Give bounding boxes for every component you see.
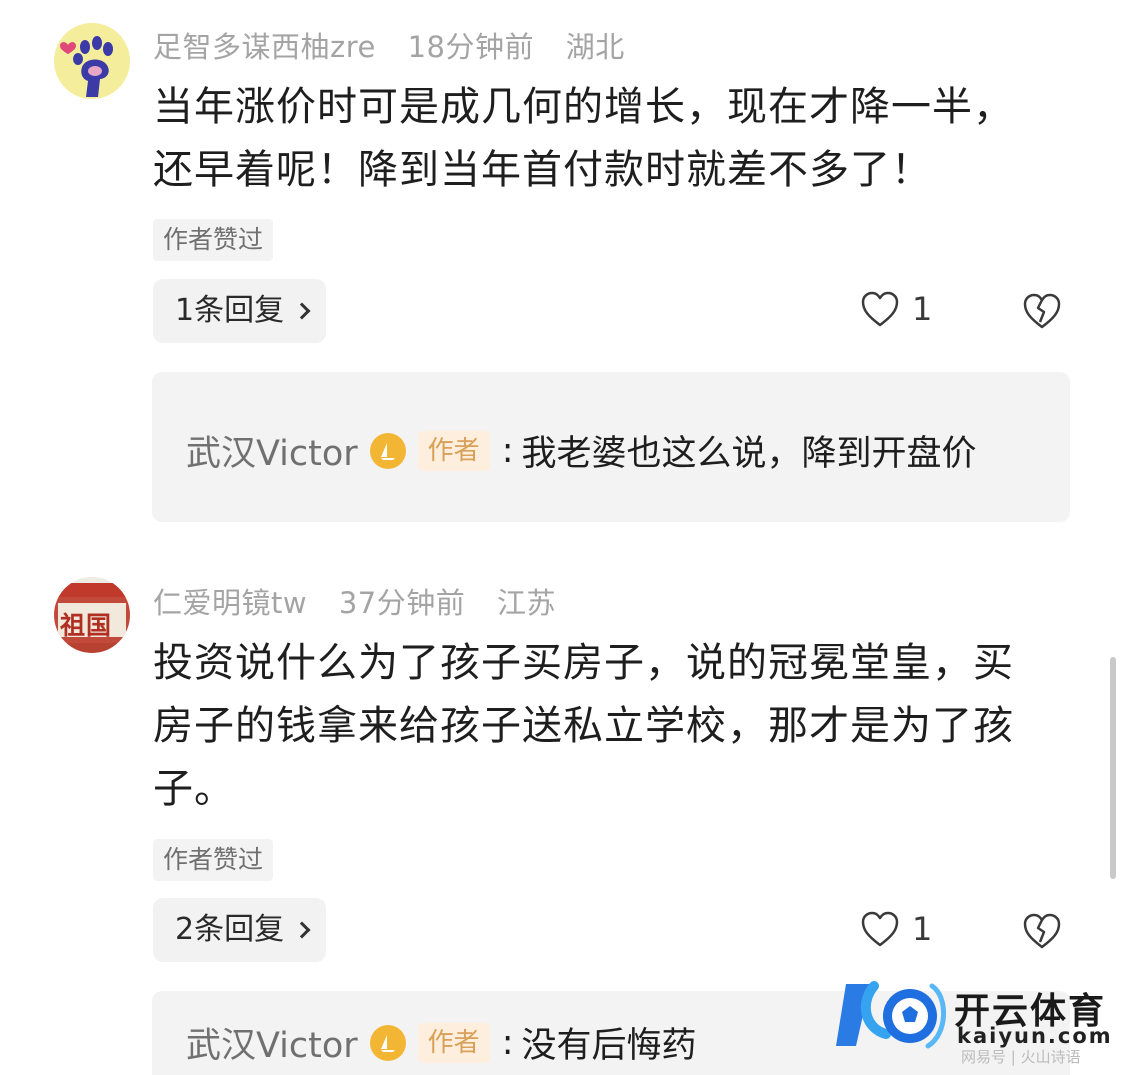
location: 湖北: [565, 30, 625, 64]
medal-icon: [369, 432, 406, 469]
view-replies-button[interactable]: 2条回复: [153, 898, 327, 962]
reply-colon: :: [501, 430, 514, 471]
broken-heart-icon: [1023, 293, 1061, 329]
user-avatar[interactable]: 祖国: [54, 577, 130, 653]
dislike-button[interactable]: [1022, 292, 1062, 334]
reply-text: 没有后悔药: [521, 1026, 697, 1066]
like-count: 1: [912, 290, 933, 328]
watermark-source: 网易号 | 火山诗语: [961, 1048, 1081, 1066]
author-tag: 作者: [417, 1022, 490, 1063]
paw-icon: [54, 23, 130, 99]
scrollbar[interactable]: [1110, 657, 1116, 879]
replies-label: 1条回复: [175, 293, 285, 328]
timestamp: 18分钟前: [407, 30, 534, 64]
like-button[interactable]: 1: [860, 290, 932, 328]
author-tag: 作者: [417, 430, 490, 471]
comment-meta: 仁爱明镜tw 37分钟前 江苏: [153, 580, 578, 622]
chevron-right-icon: [293, 302, 311, 320]
reply-card[interactable]: 武汉Victor 作者 : 我老婆也这么说，降到开盘价: [152, 372, 1070, 522]
comment-line: 子。: [153, 766, 235, 812]
username[interactable]: 仁爱明镜tw: [153, 586, 307, 620]
username[interactable]: 足智多谋西柚zre: [153, 30, 376, 64]
comment-text: 投资说什么为了孩子买房子，说的冠冕堂皇，买 房子的钱拿来给孩子送私立学校，那才是…: [153, 632, 1083, 821]
reply-colon: :: [501, 1022, 514, 1063]
chevron-right-icon: [293, 921, 311, 939]
dislike-button[interactable]: [1022, 912, 1062, 954]
like-count: 1: [912, 910, 933, 948]
comment-line: 房子的钱拿来给孩子送私立学校，那才是为了孩: [153, 703, 1014, 749]
reply-line: 武汉Victor 作者 : 我老婆也这么说，降到开盘价: [186, 425, 977, 476]
comment-line: 还早着呢！降到当年首付款时就差不多了！: [153, 147, 932, 193]
user-avatar[interactable]: [54, 23, 130, 99]
author-liked-badge: 作者赞过: [153, 839, 274, 881]
timestamp: 37分钟前: [338, 586, 466, 620]
watermark-url: kaiyun.com: [957, 1024, 1113, 1048]
heart-icon: [861, 291, 899, 327]
comment-line: 当年涨价时可是成几何的增长，现在才降一半，: [153, 84, 1014, 130]
reply-username[interactable]: 武汉Victor: [186, 425, 358, 476]
avatar-text: 祖国: [60, 611, 113, 640]
reply-username[interactable]: 武汉Victor: [186, 1017, 358, 1068]
reply-line: 武汉Victor 作者 : 没有后悔药: [186, 1017, 697, 1068]
heart-icon: [861, 911, 899, 947]
medal-icon: [369, 1024, 406, 1061]
comment-text: 当年涨价时可是成几何的增长，现在才降一半， 还早着呢！降到当年首付款时就差不多了…: [153, 76, 1083, 202]
like-button[interactable]: 1: [860, 910, 932, 948]
broken-heart-icon: [1023, 913, 1061, 949]
location: 江苏: [496, 586, 556, 620]
comment-meta: 足智多谋西柚zre 18分钟前 湖北: [153, 24, 647, 66]
author-liked-badge: 作者赞过: [153, 219, 274, 261]
replies-label: 2条回复: [175, 912, 285, 947]
watermark: 开云体育 kaiyun.com 网易号 | 火山诗语: [836, 976, 1125, 1075]
comment-line: 投资说什么为了孩子买房子，说的冠冕堂皇，买: [153, 640, 1014, 686]
watermark-logo: [836, 981, 946, 1049]
reply-text: 我老婆也这么说，降到开盘价: [521, 434, 977, 474]
view-replies-button[interactable]: 1条回复: [153, 279, 327, 343]
